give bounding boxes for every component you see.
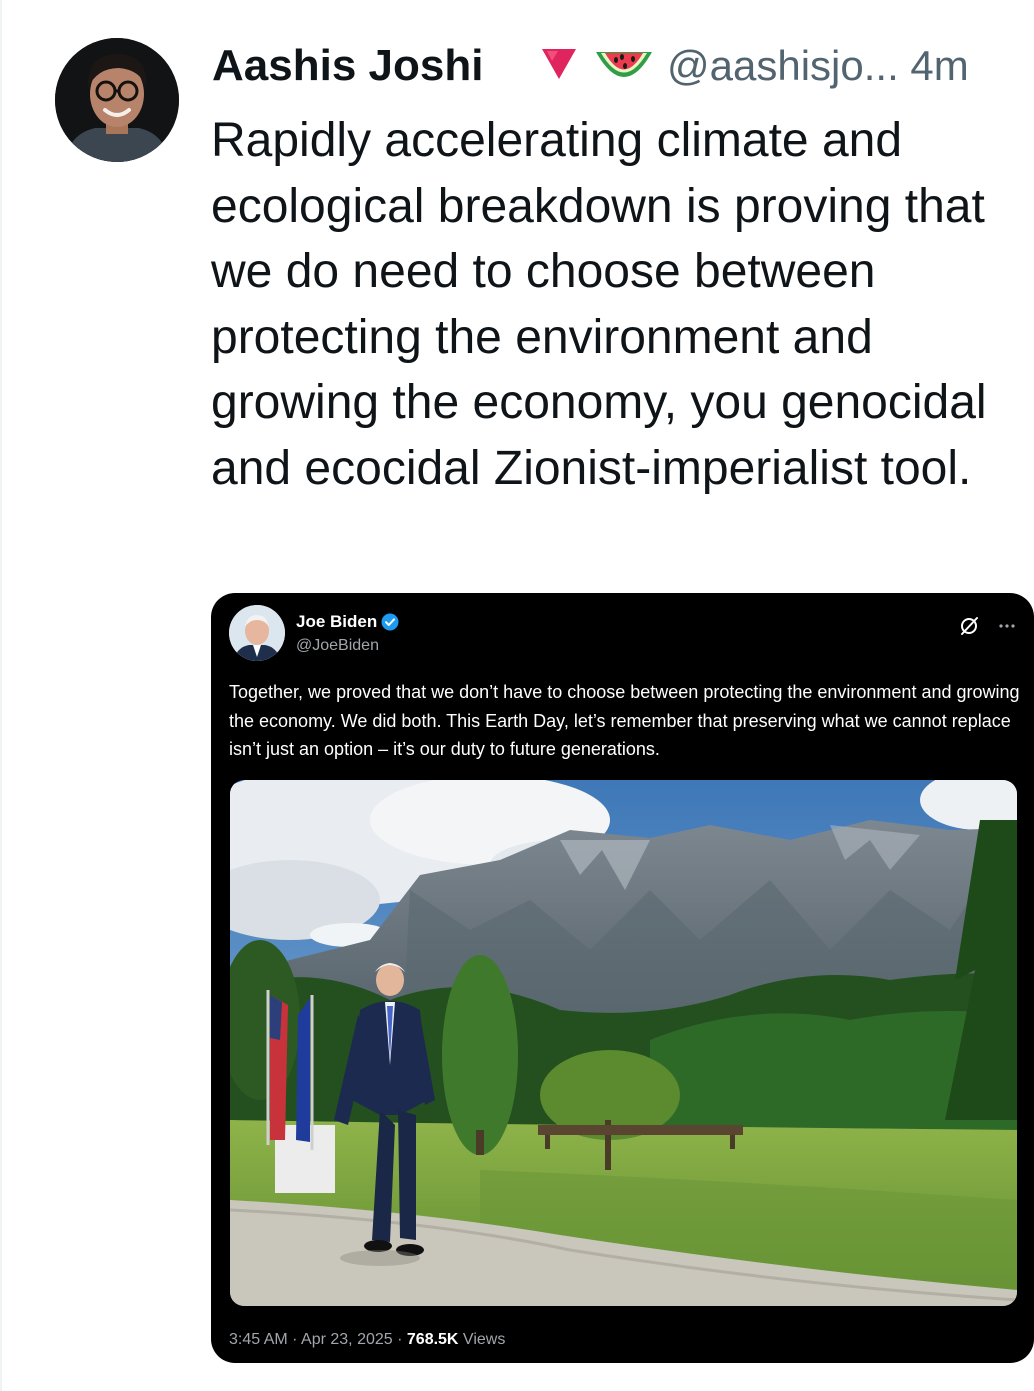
quoted-tweet-meta: 3:45 AM · Apr 23, 2025 · 768.5K Views xyxy=(229,1329,505,1351)
views-count: 768.5K xyxy=(406,1331,459,1348)
quoted-avatar-portrait xyxy=(229,605,285,661)
quoted-tweet-text: Together, we proved that we don’t have t… xyxy=(229,682,1020,759)
quoted-tweet-card[interactable]: Joe Biden @JoeBiden Together, we proved … xyxy=(211,593,1034,1363)
avatar-portrait xyxy=(55,38,179,162)
more-icon[interactable] xyxy=(998,615,1016,635)
quoted-author-handle[interactable]: @JoeBiden xyxy=(296,635,379,657)
quoted-avatar[interactable] xyxy=(229,605,285,661)
watermelon-icon xyxy=(592,44,656,93)
post-time[interactable]: 4m xyxy=(910,42,968,89)
red-triangle-icon xyxy=(540,46,578,87)
quoted-tweet-photo[interactable] xyxy=(230,780,1017,1306)
mountain-landscape-image xyxy=(230,780,1017,1306)
views-label: Views xyxy=(458,1331,506,1348)
author-avatar[interactable] xyxy=(55,38,179,162)
author-handle[interactable]: @aashisjo... xyxy=(667,42,899,89)
tweet-text: Rapidly accelerating climate and ecologi… xyxy=(211,114,987,495)
tweet-header: Aashis Joshi @aashisjo... 4m xyxy=(212,38,1034,94)
quoted-author-name[interactable]: Joe Biden xyxy=(296,611,377,633)
author-handle-and-time[interactable]: @aashisjo... 4m xyxy=(667,38,969,94)
quoted-timestamp[interactable]: 3:45 AM · Apr 23, 2025 · xyxy=(229,1331,407,1348)
grok-icon[interactable] xyxy=(958,615,980,642)
author-name[interactable]: Aashis Joshi xyxy=(212,38,483,94)
timeline-border xyxy=(0,0,2,1391)
verified-badge-icon xyxy=(381,613,399,636)
